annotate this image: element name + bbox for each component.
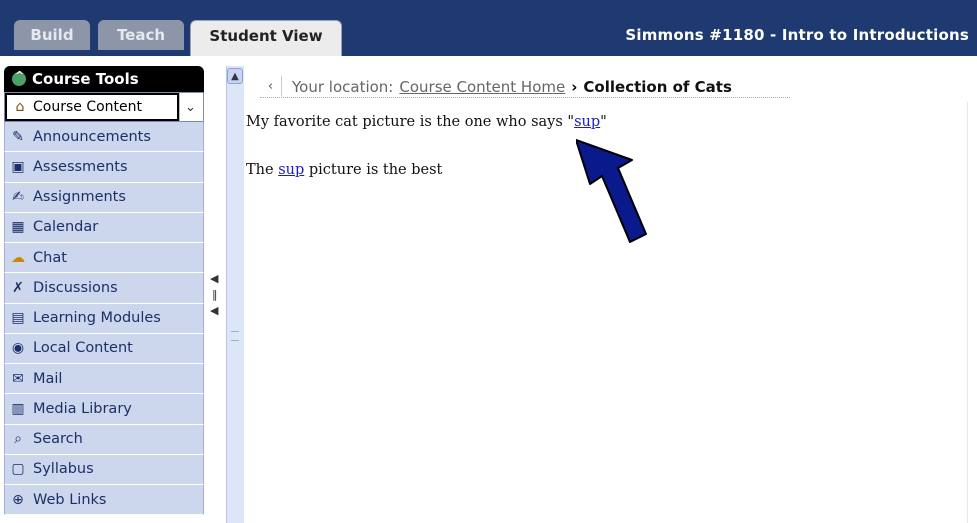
course-content-label: Course Content bbox=[33, 99, 143, 115]
home-icon: ⌂ bbox=[15, 99, 25, 115]
syllabus-icon: ▢ bbox=[11, 461, 25, 478]
breadcrumb-prefix: Your location: bbox=[292, 77, 394, 96]
sidebar-item-local-content[interactable]: ◉ Local Content bbox=[4, 333, 204, 364]
discussions-icon: ✗ bbox=[12, 279, 24, 296]
course-title: Simmons #1180 - Intro to Introductions bbox=[625, 26, 969, 44]
content-paragraph-2: The sup picture is the best bbox=[246, 162, 442, 178]
assessments-icon: ▣ bbox=[11, 158, 25, 175]
sup-link[interactable]: sup bbox=[278, 162, 304, 178]
sidebar-collapse-strip: ◀ ‖ ◀ bbox=[204, 66, 226, 523]
sidebar-item-assessments[interactable]: ▣ Assessments bbox=[4, 152, 204, 183]
sidebar-item-label: Local Content bbox=[33, 340, 133, 357]
course-tools-sidebar: Course Tools ⌂ Course Content ⌄ ✎ Announ… bbox=[4, 66, 204, 523]
sidebar-item-label: Calendar bbox=[33, 219, 99, 236]
course-tools-title: Course Tools bbox=[32, 70, 139, 88]
sidebar-item-label: Web Links bbox=[33, 491, 107, 508]
sidebar-item-search[interactable]: ⌕ Search bbox=[4, 424, 204, 455]
course-tools-header[interactable]: Course Tools bbox=[4, 66, 204, 92]
main-content: ‹ Your location: Course Content Home › C… bbox=[246, 66, 977, 523]
tab-student-view[interactable]: Student View bbox=[190, 20, 342, 56]
scroll-up-icon[interactable]: ▲ bbox=[227, 68, 243, 84]
mail-icon: ✉ bbox=[12, 370, 24, 387]
sidebar-item-calendar[interactable]: ▦ Calendar bbox=[4, 212, 204, 243]
chevron-down-icon[interactable]: ⌄ bbox=[179, 93, 201, 121]
sidebar-item-assignments[interactable]: ✍ Assignments bbox=[4, 182, 204, 213]
assignments-icon: ✍ bbox=[12, 189, 24, 206]
drag-handle-icon[interactable]: ‖ bbox=[210, 287, 218, 303]
sidebar-item-label: Media Library bbox=[33, 400, 132, 417]
calendar-icon: ▦ bbox=[11, 219, 25, 236]
sidebar-item-label: Assignments bbox=[33, 189, 126, 206]
local-content-icon: ◉ bbox=[11, 340, 25, 357]
content-paragraph-1: My favorite cat picture is the one who s… bbox=[246, 114, 607, 130]
sidebar-item-label: Search bbox=[33, 431, 83, 448]
breadcrumb-separator: › bbox=[571, 77, 578, 96]
sidebar-item-label: Mail bbox=[33, 370, 63, 387]
sidebar-item-media-library[interactable]: ▥ Media Library bbox=[4, 394, 204, 425]
pointer-arrow-annotation bbox=[576, 139, 647, 243]
web-links-icon: ⊕ bbox=[12, 491, 24, 508]
media-library-icon: ▥ bbox=[11, 400, 25, 417]
sidebar-item-label: Discussions bbox=[33, 279, 118, 296]
tab-build[interactable]: Build bbox=[14, 20, 90, 50]
sidebar-item-discussions[interactable]: ✗ Discussions bbox=[4, 273, 204, 304]
tab-teach[interactable]: Teach bbox=[98, 20, 184, 50]
collapse-circle-icon[interactable] bbox=[12, 69, 26, 86]
sidebar-item-label: Announcements bbox=[33, 128, 151, 145]
top-nav-bar: Build Teach Student View Simmons #1180 -… bbox=[0, 0, 977, 56]
para1-text-before: My favorite cat picture is the one who s… bbox=[246, 114, 575, 130]
course-content-item[interactable]: ⌂ Course Content bbox=[5, 93, 179, 121]
para1-text-after: " bbox=[600, 114, 607, 130]
tab-underline bbox=[0, 56, 977, 66]
breadcrumb-current: Collection of Cats bbox=[583, 77, 732, 96]
sidebar-item-chat[interactable]: ☁ Chat bbox=[4, 243, 204, 274]
sidebar-item-label: Syllabus bbox=[33, 461, 94, 478]
para2-text-before: The bbox=[246, 162, 279, 178]
scroll-grip-icon[interactable] bbox=[231, 331, 239, 341]
collapse-left-icon[interactable]: ◀ bbox=[210, 303, 218, 319]
sup-link[interactable]: sup bbox=[574, 114, 600, 130]
announcements-icon: ✎ bbox=[12, 128, 24, 145]
sidebar-item-mail[interactable]: ✉ Mail bbox=[4, 364, 204, 395]
vertical-scrollbar[interactable]: ▲ bbox=[226, 66, 244, 523]
sidebar-item-label: Assessments bbox=[33, 158, 128, 175]
chat-icon: ☁ bbox=[11, 249, 25, 266]
sidebar-item-learning-modules[interactable]: ▤ Learning Modules bbox=[4, 303, 204, 334]
breadcrumb-link-course-content-home[interactable]: Course Content Home bbox=[399, 78, 565, 96]
course-content-selector[interactable]: ⌂ Course Content ⌄ bbox=[4, 92, 204, 122]
collapse-left-icon[interactable]: ◀ bbox=[210, 271, 218, 287]
para2-text-after: picture is the best bbox=[304, 162, 443, 178]
sidebar-item-web-links[interactable]: ⊕ Web Links bbox=[4, 485, 204, 516]
sidebar-item-label: Chat bbox=[33, 249, 67, 266]
collapse-sidebar-handle[interactable]: ◀ ‖ ◀ bbox=[210, 271, 218, 319]
sidebar-item-label: Learning Modules bbox=[33, 310, 161, 327]
learning-modules-icon: ▤ bbox=[11, 310, 25, 327]
back-arrow-icon[interactable]: ‹ bbox=[260, 75, 282, 98]
breadcrumb: ‹ Your location: Course Content Home › C… bbox=[260, 75, 790, 98]
sidebar-item-announcements[interactable]: ✎ Announcements bbox=[4, 122, 204, 153]
sidebar-item-syllabus[interactable]: ▢ Syllabus bbox=[4, 454, 204, 485]
right-panel-edge bbox=[967, 102, 977, 523]
search-icon: ⌕ bbox=[14, 431, 22, 448]
